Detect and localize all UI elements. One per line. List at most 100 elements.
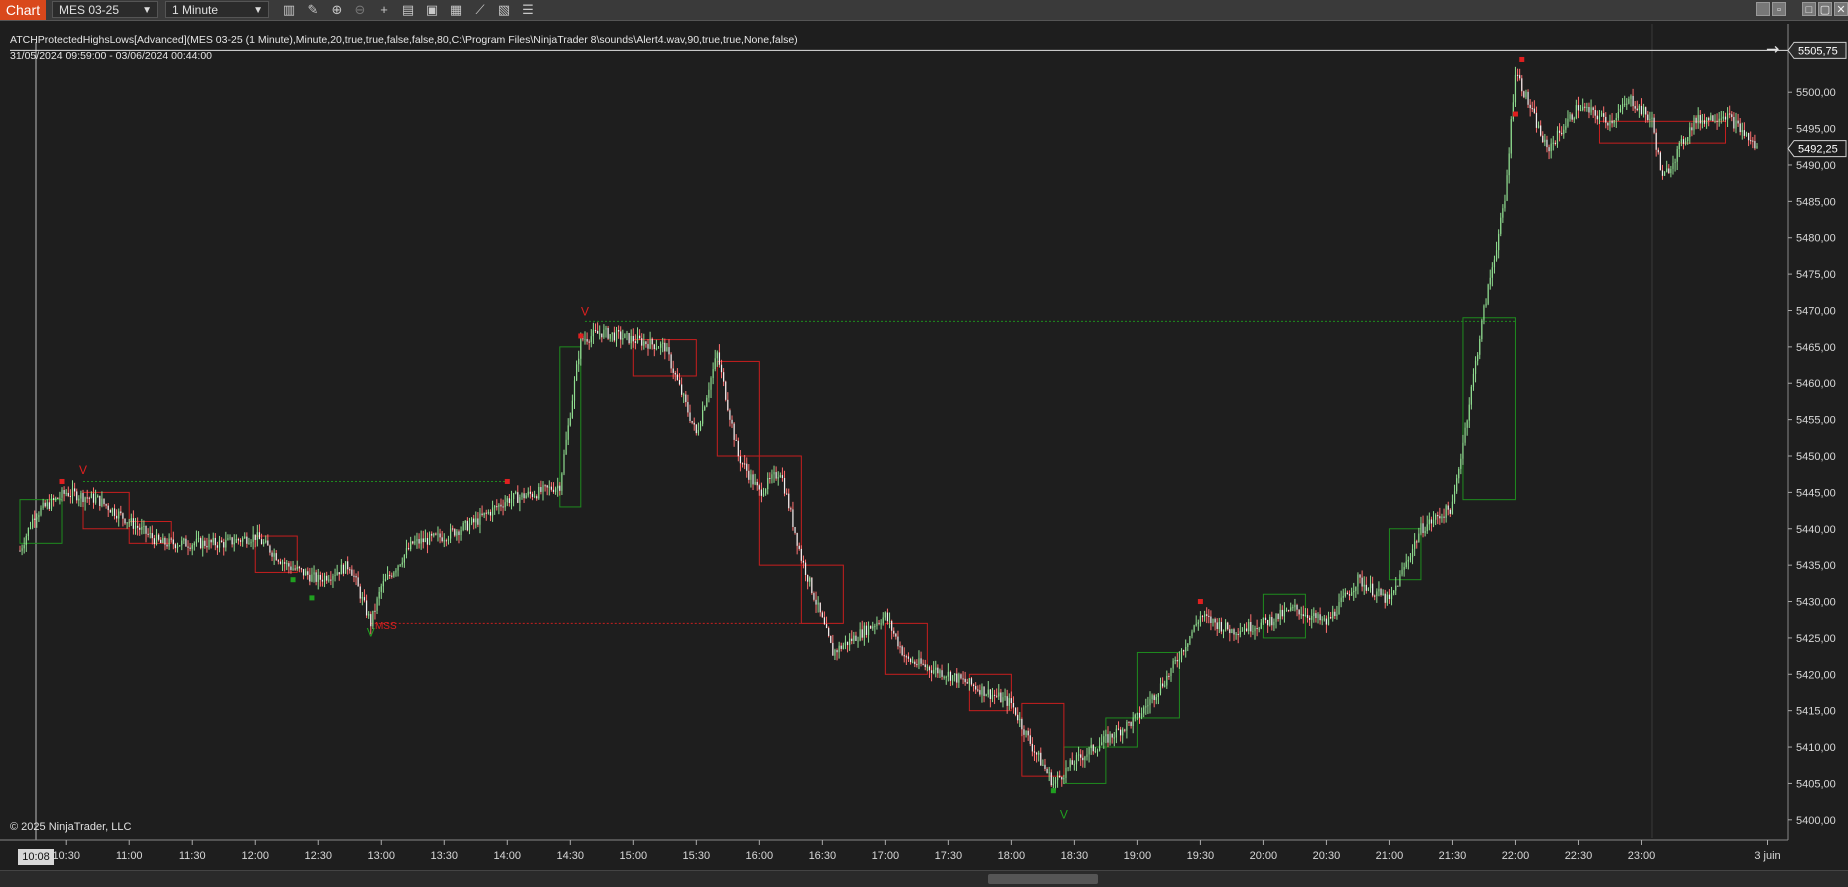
horizontal-scrollbar[interactable] — [0, 870, 1848, 887]
candle-body — [1712, 115, 1714, 122]
candle-body — [1119, 729, 1122, 736]
candle-body — [40, 507, 42, 515]
candle-body — [1575, 105, 1577, 119]
candle-body — [137, 525, 139, 528]
candle-body — [697, 429, 700, 434]
candle-body — [1132, 717, 1134, 727]
candle-body — [954, 673, 956, 676]
candle-body — [1050, 772, 1052, 786]
candle-body — [930, 670, 933, 673]
indicator-label: ATCHProtectedHighsLows[Advanced](MES 03-… — [10, 34, 798, 46]
candle-body — [1248, 622, 1250, 632]
candle-body — [1237, 633, 1239, 635]
candle-body — [1130, 722, 1132, 727]
candle-body — [1290, 607, 1292, 611]
candle-body — [1012, 703, 1015, 708]
candle-body — [1661, 170, 1664, 176]
price-tick-label: 5480,00 — [1796, 233, 1836, 245]
candle-body — [863, 625, 865, 638]
candle-body — [1468, 404, 1470, 421]
time-tick-label: 21:30 — [1439, 850, 1467, 862]
candle-body — [1239, 631, 1241, 635]
candle-body — [1470, 386, 1472, 405]
candle-body — [1369, 583, 1372, 589]
candle-body — [1481, 320, 1483, 340]
price-axis[interactable]: 5400,00 5405,00 5410,00 5415,00 5420,00 5425,… — [10, 24, 1847, 840]
candle-body — [1613, 120, 1615, 124]
time-axis[interactable]: 10:30 11:00 11:30 12:00 12:30 13:00 13:30 14:00… — [0, 839, 1788, 862]
candle-body — [1235, 633, 1237, 635]
candle-body — [714, 358, 716, 370]
signal-markers: VVVVMSS — [59, 56, 1525, 821]
candle-body — [1174, 660, 1176, 662]
time-tick-label: 12:30 — [304, 850, 332, 862]
candle-body — [1321, 619, 1323, 621]
signal-dot — [1050, 788, 1056, 794]
candle-body — [59, 497, 61, 499]
candle-body — [239, 540, 242, 542]
candle-body — [796, 532, 798, 546]
candle-body — [410, 541, 412, 550]
candle-body — [901, 646, 903, 656]
candle-body — [1733, 116, 1735, 129]
candle-body — [859, 629, 861, 641]
candle-body — [1558, 130, 1561, 133]
candle-body — [1708, 117, 1710, 121]
candle-body — [1298, 609, 1300, 615]
candle-body — [660, 343, 662, 348]
candle-body — [281, 562, 284, 564]
candle-body — [666, 347, 668, 352]
candle-body — [998, 692, 1000, 697]
price-chart[interactable]: VVVVMSS 5400,005405,005410,005415,005420… — [0, 0, 1848, 870]
candle-body — [113, 508, 116, 516]
candle-body — [494, 506, 496, 508]
candle-body — [458, 531, 460, 536]
candle-body — [1374, 595, 1376, 597]
candle-body — [118, 511, 120, 519]
candle-body — [1420, 523, 1422, 534]
candle-body — [221, 540, 223, 543]
candle-body — [1636, 108, 1638, 111]
candle-body — [1059, 775, 1061, 778]
candle-body — [500, 504, 502, 507]
candle-body — [857, 640, 859, 642]
candle-body — [546, 485, 548, 488]
bearish-structure-box — [82, 491, 130, 530]
candle-body — [786, 493, 788, 495]
candle-body — [1197, 622, 1199, 624]
candle-body — [1659, 152, 1661, 171]
candle-body — [983, 686, 985, 696]
candle-body — [1199, 616, 1202, 623]
candle-body — [916, 664, 918, 666]
scroll-thumb[interactable] — [988, 874, 1098, 884]
candle-body — [386, 574, 389, 579]
candle-body — [1046, 768, 1048, 774]
candle-body — [1285, 609, 1288, 611]
candle-body — [284, 562, 286, 564]
candle-body — [1493, 259, 1496, 268]
candle-body — [97, 495, 99, 498]
signal-dot — [1512, 111, 1518, 117]
candle-body — [809, 577, 811, 582]
candle-body — [1718, 118, 1720, 122]
candle-body — [445, 540, 447, 542]
candle-body — [365, 600, 368, 616]
candle-body — [384, 578, 387, 582]
candle-body — [1701, 120, 1703, 124]
candle-body — [622, 338, 624, 340]
candle-body — [1149, 699, 1151, 706]
candle-body — [924, 664, 926, 667]
candle-body — [1687, 137, 1689, 141]
candle-body — [233, 542, 235, 545]
candle-body — [1302, 614, 1304, 617]
candle-body — [1689, 127, 1691, 138]
candle-body — [817, 602, 819, 605]
candle-body — [922, 663, 924, 665]
candle-body — [531, 493, 534, 497]
price-tick-label: 5425,00 — [1796, 633, 1836, 645]
candle-body — [216, 545, 219, 548]
candle-body — [1061, 777, 1063, 780]
candle-body — [1621, 103, 1624, 109]
signal-dot — [59, 478, 65, 484]
candle-body — [720, 364, 723, 373]
